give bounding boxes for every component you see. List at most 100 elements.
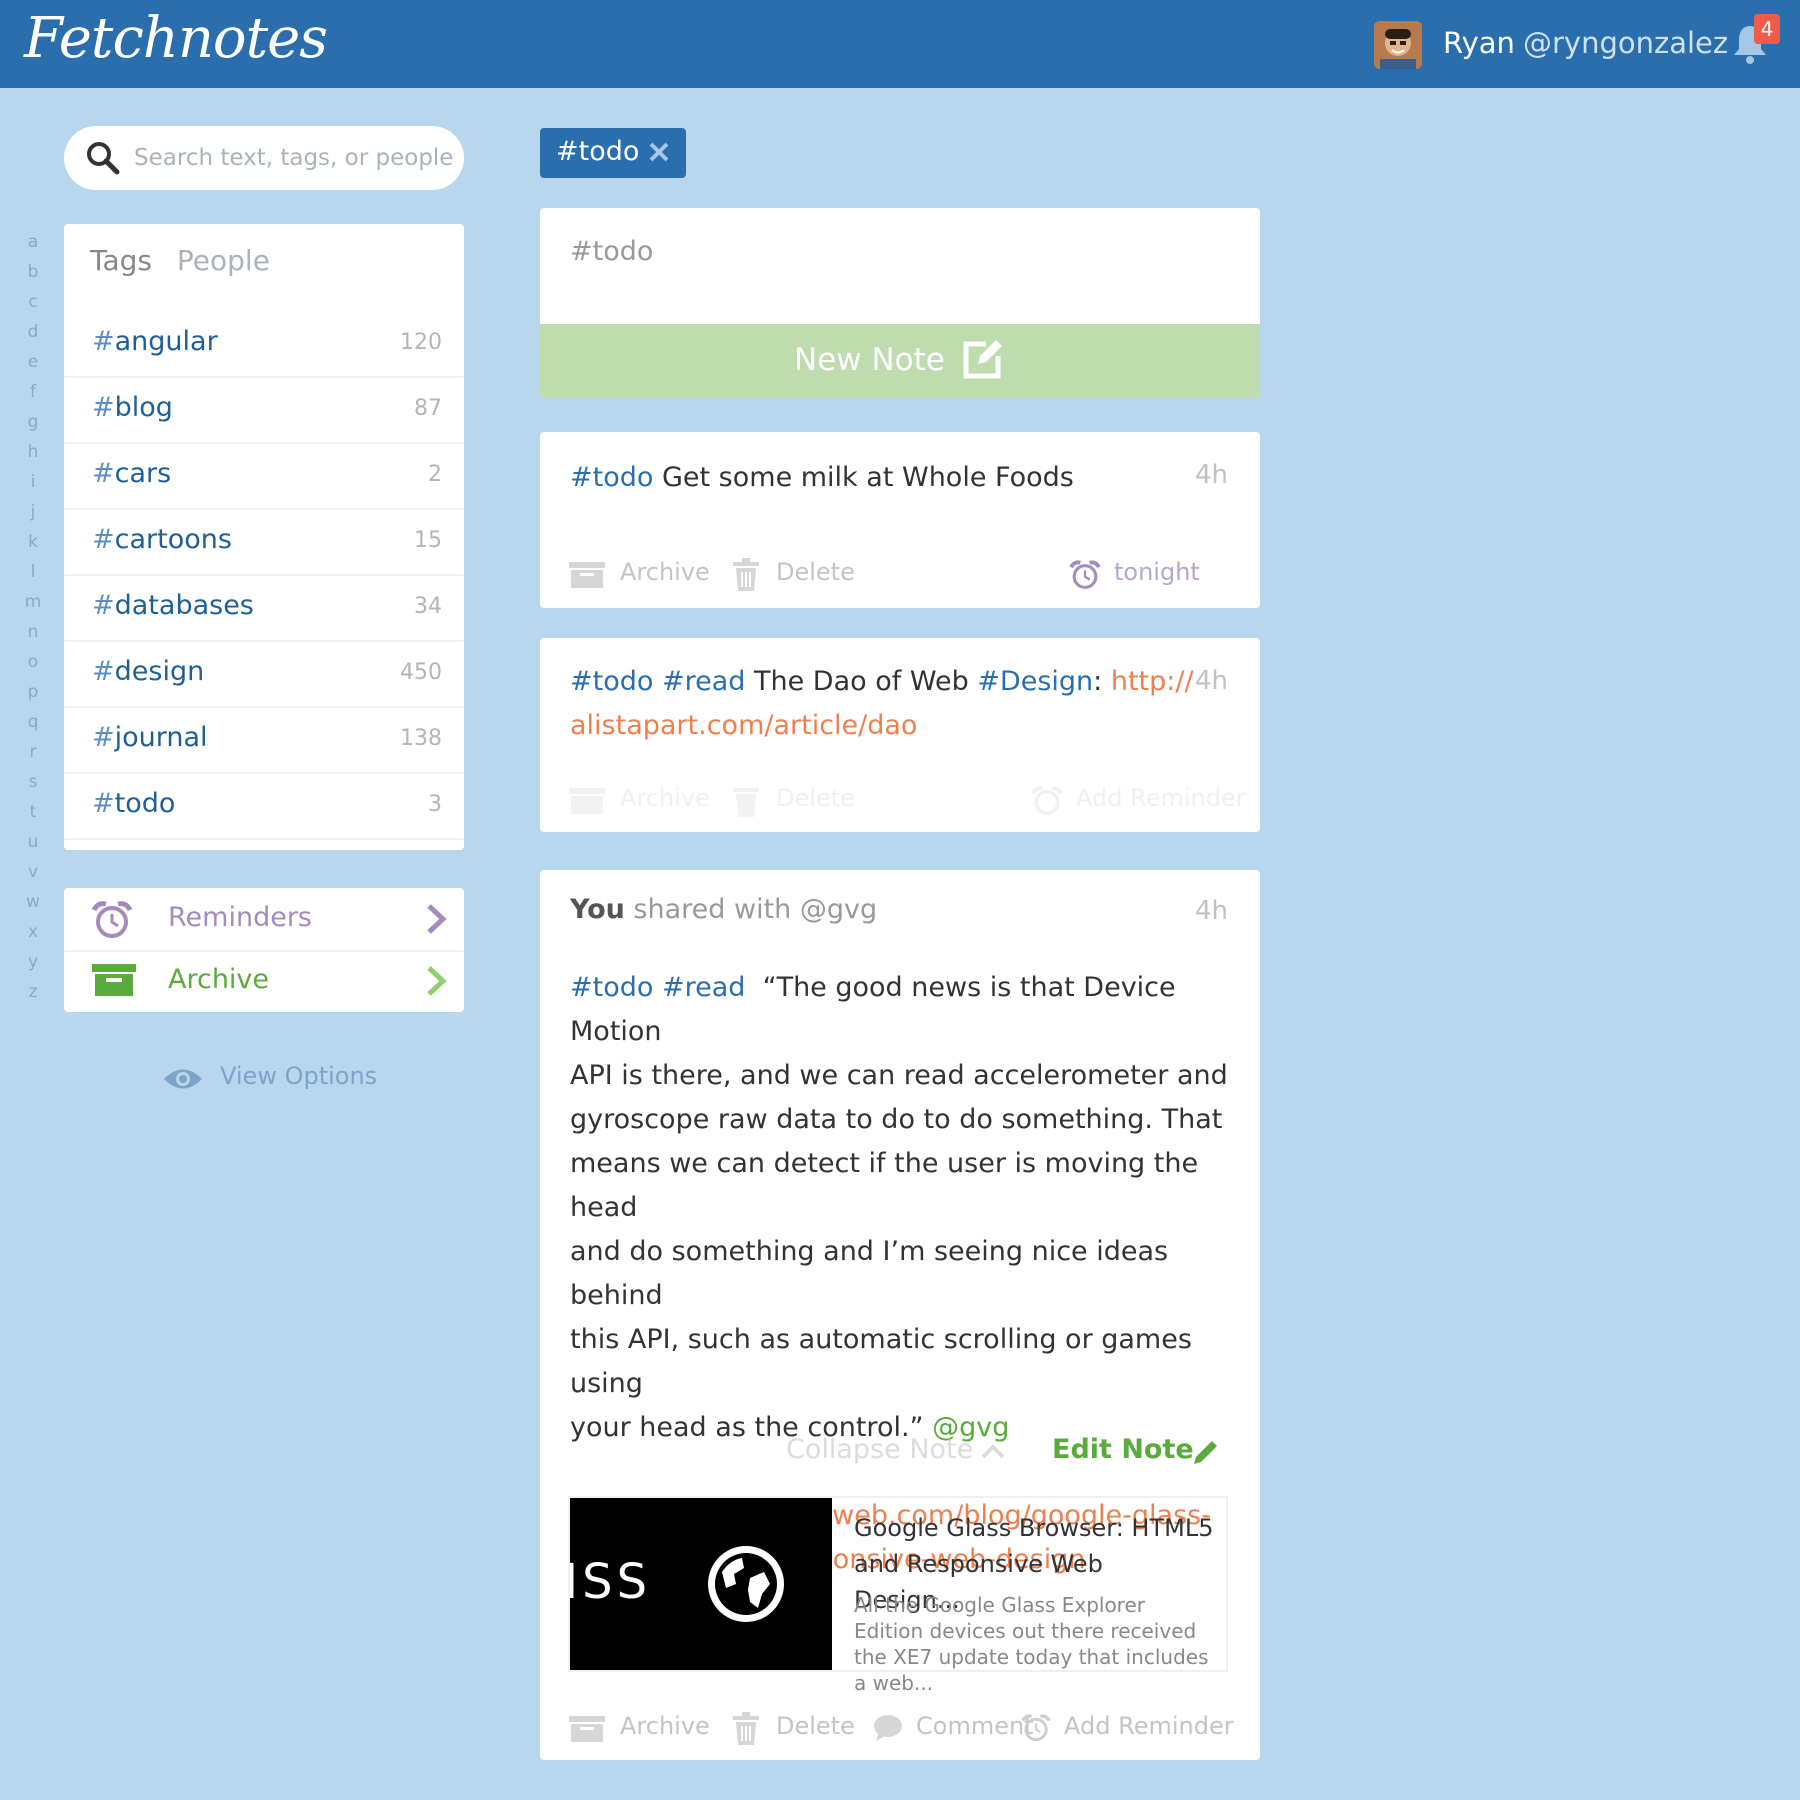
user-name[interactable]: Ryan <box>1443 26 1515 60</box>
sidebar-item-tag-design[interactable]: #design 450 <box>64 642 464 708</box>
comment-label: Comment <box>916 1712 1034 1740</box>
preview-image-text: ISS <box>570 1554 652 1610</box>
tags-panel: Tags People #angular 120 #blog 87 #cars 2 #car… <box>64 224 464 850</box>
chevron-right-icon <box>427 966 447 996</box>
new-note-button[interactable]: New Note <box>540 324 1260 398</box>
alphabet-index-letter[interactable]: p <box>20 682 46 712</box>
alphabet-index-letter[interactable]: h <box>20 442 46 472</box>
tag-count: 3 <box>428 792 442 817</box>
note-tag[interactable]: #read <box>662 972 745 1003</box>
note-card[interactable]: #todo #read The Dao of Web #Design: http… <box>540 638 1260 832</box>
link-preview-card[interactable]: ISS Google Glass Browser: HTML5 and Resp… <box>568 1496 1228 1695</box>
composer-input[interactable]: #todo <box>570 236 653 267</box>
sidebar-item-tag-todo[interactable]: #todo 3 <box>64 774 464 840</box>
tag-name: #journal <box>92 722 208 753</box>
alphabet-index-letter[interactable]: k <box>20 532 46 562</box>
notification-count-badge: 4 <box>1754 14 1780 44</box>
note-tag[interactable]: #read <box>662 666 745 697</box>
alphabet-index-letter[interactable]: d <box>20 322 46 352</box>
note-tag[interactable]: #todo <box>570 462 653 493</box>
sidebar-item-reminders[interactable]: Reminders <box>64 888 464 950</box>
search-box[interactable] <box>64 126 464 190</box>
note-tag[interactable]: #todo <box>570 972 653 1003</box>
alphabet-index-letter[interactable]: w <box>20 892 46 922</box>
avatar[interactable] <box>1374 21 1422 69</box>
alphabet-index-letter[interactable]: r <box>20 742 46 772</box>
alarm-clock-icon <box>1021 1714 1051 1742</box>
reminders-label: Reminders <box>168 902 312 933</box>
alphabet-index-letter[interactable]: y <box>20 952 46 982</box>
link-preview-description: All the Google Glass Explorer Edition de… <box>854 1593 1209 1695</box>
sidebar-item-tag-angular[interactable]: #angular 120 <box>64 312 464 378</box>
alphabet-index-letter[interactable]: f <box>20 382 46 412</box>
app-logo[interactable]: Fetchnotes <box>24 6 328 71</box>
tab-tags[interactable]: Tags <box>90 244 152 277</box>
note-timestamp: 4h <box>1194 460 1228 490</box>
alphabet-index-letter[interactable]: v <box>20 862 46 892</box>
note-card[interactable]: #todo Get some milk at Whole Foods 4h Ar… <box>540 432 1260 608</box>
alphabet-index-letter[interactable]: i <box>20 472 46 502</box>
note-tag[interactable]: #todo <box>570 666 653 697</box>
note-line: means we can detect if the user is movin… <box>570 1148 1199 1223</box>
tag-name: #angular <box>92 326 218 357</box>
close-icon[interactable] <box>648 141 670 163</box>
note-composer: #todo New Note <box>540 208 1260 398</box>
alphabet-index-letter[interactable]: x <box>20 922 46 952</box>
alphabet-index-letter[interactable]: l <box>20 562 46 592</box>
alarm-clock-icon <box>91 901 133 938</box>
delete-label: Delete <box>776 784 855 812</box>
alphabet-index-letter[interactable]: q <box>20 712 46 742</box>
alphabet-index-letter[interactable]: b <box>20 262 46 292</box>
sidebar-item-tag-blog[interactable]: #blog 87 <box>64 378 464 444</box>
alphabet-index-letter[interactable]: a <box>20 232 46 262</box>
tag-label: design <box>114 656 205 687</box>
chevron-up-icon <box>981 1444 1005 1459</box>
archive-box-icon <box>569 562 605 588</box>
note-line: this API, such as automatic scrolling or… <box>570 1324 1192 1399</box>
tag-label: cars <box>114 458 172 489</box>
tag-count: 87 <box>414 396 442 421</box>
eye-icon <box>164 1069 202 1089</box>
tag-label: todo <box>114 788 176 819</box>
sidebar-item-tag-journal[interactable]: #journal 138 <box>64 708 464 774</box>
alphabet-index-letter[interactable]: t <box>20 802 46 832</box>
note-text: #todo #read “The good news is that Devic… <box>570 966 1250 1582</box>
note-link[interactable]: http:// <box>1111 666 1194 697</box>
alphabet-index-letter[interactable]: z <box>20 982 46 1012</box>
user-handle[interactable]: @ryngonzalez <box>1523 26 1728 60</box>
search-input[interactable] <box>134 138 454 178</box>
sidebar-item-tag-cars[interactable]: #cars 2 <box>64 444 464 510</box>
sidebar-item-archive[interactable]: Archive <box>64 950 464 1012</box>
note-card-expanded[interactable]: You shared with @gvg 4h #todo #read “The… <box>540 870 1260 1760</box>
note-link[interactable]: alistapart.com/article/dao <box>570 710 917 741</box>
alphabet-index-letter[interactable]: n <box>20 622 46 652</box>
alphabet-index-letter[interactable]: e <box>20 352 46 382</box>
tab-people[interactable]: People <box>177 244 270 277</box>
tag-name: #cartoons <box>92 524 232 555</box>
note-tag[interactable]: #Design <box>977 666 1093 697</box>
archive-box-icon <box>569 1716 605 1742</box>
tag-hash: # <box>92 788 115 819</box>
note-line: gyroscope raw data to do to do something… <box>570 1104 1223 1135</box>
delete-label: Delete <box>776 1712 855 1740</box>
alphabet-index-letter[interactable]: c <box>20 292 46 322</box>
note-line: “The good news is that Device Motion <box>570 972 1176 1047</box>
tag-hash: # <box>92 656 115 687</box>
sidebar-item-tag-cartoons[interactable]: #cartoons 15 <box>64 510 464 576</box>
sidebar-item-tag-databases[interactable]: #databases 34 <box>64 576 464 642</box>
alphabet-index-letter[interactable]: s <box>20 772 46 802</box>
reminders-archive-panel: Reminders Archive <box>64 888 464 1012</box>
note-line: and do something and I’m seeing nice ide… <box>570 1236 1169 1311</box>
alphabet-index-letter[interactable]: o <box>20 652 46 682</box>
reminder-label: tonight <box>1114 558 1200 586</box>
tag-count: 34 <box>414 594 442 619</box>
alphabet-index-letter[interactable]: u <box>20 832 46 862</box>
alphabet-index-letter[interactable]: g <box>20 412 46 442</box>
add-reminder-label: Add Reminder <box>1076 784 1246 812</box>
tag-count: 450 <box>400 660 442 685</box>
alphabet-index-letter[interactable]: m <box>20 592 46 622</box>
archive-label: Archive <box>620 1712 710 1740</box>
note-colon: : <box>1093 666 1103 697</box>
alphabet-index-letter[interactable]: j <box>20 502 46 532</box>
archive-box-icon <box>569 788 605 814</box>
